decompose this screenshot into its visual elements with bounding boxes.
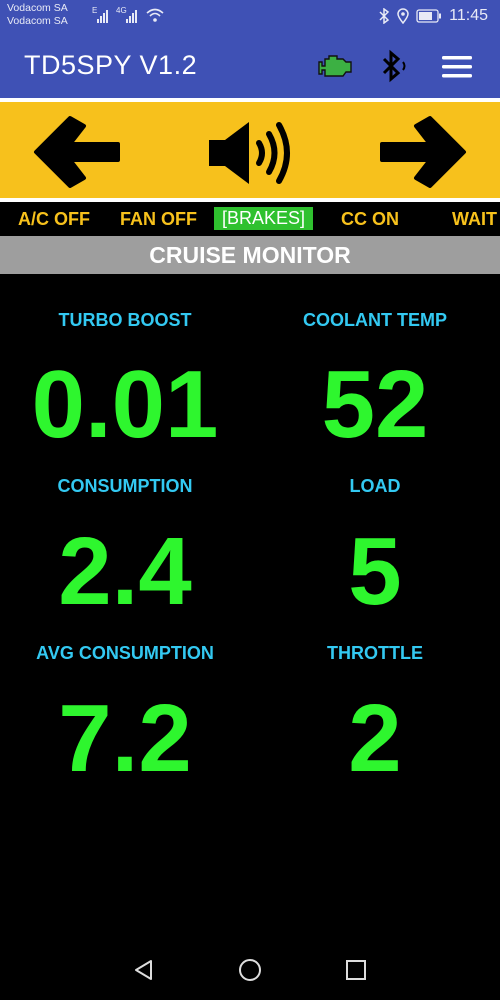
location-icon — [397, 8, 409, 24]
engine-icon[interactable] — [317, 54, 355, 80]
gauge-label: AVG CONSUMPTION — [36, 643, 214, 663]
gauge-value: 2.4 — [58, 518, 192, 625]
signal-icon — [97, 10, 108, 23]
system-nav-bar — [0, 940, 500, 1000]
menu-icon[interactable] — [440, 54, 474, 80]
gauge-label: THROTTLE — [327, 643, 423, 663]
gauge-label: TURBO BOOST — [58, 310, 192, 330]
ac-indicator[interactable]: A/C OFF — [18, 209, 90, 230]
home-icon[interactable] — [238, 958, 262, 982]
gauge-value: 7.2 — [58, 685, 192, 792]
gauge-value: 5 — [348, 518, 402, 625]
battery-icon — [416, 9, 442, 23]
gauge-label: LOAD — [349, 476, 401, 496]
app-bar: TD5SPY V1.2 — [0, 34, 500, 98]
arrow-right-icon[interactable] — [378, 112, 470, 192]
bluetooth-icon — [379, 8, 390, 24]
gauge-label: CONSUMPTION — [57, 476, 193, 496]
brakes-indicator[interactable]: [BRAKES] — [214, 207, 314, 230]
section-title: CRUISE MONITOR — [0, 236, 500, 274]
arrow-left-icon[interactable] — [30, 112, 122, 192]
status-bar: Vodacom SA Vodacom SA E 4G 11:45 — [0, 0, 500, 34]
control-strip — [0, 98, 500, 202]
carrier-info: Vodacom SA Vodacom SA — [7, 2, 68, 28]
bluetooth-icon[interactable] — [380, 49, 412, 85]
carrier-2: Vodacom SA — [7, 15, 68, 27]
speaker-icon[interactable] — [205, 116, 297, 190]
gauge-label: COOLANT TEMP — [303, 310, 447, 330]
gauge-value: 2 — [348, 685, 402, 792]
back-icon[interactable] — [132, 958, 156, 982]
recents-icon[interactable] — [345, 959, 367, 981]
wifi-icon — [146, 8, 164, 22]
cruise-indicator[interactable]: CC ON — [341, 209, 399, 230]
indicator-row: A/C OFF FAN OFF [BRAKES] CC ON WAIT — [0, 204, 500, 234]
fan-indicator[interactable]: FAN OFF — [120, 209, 197, 230]
carrier-1: Vodacom SA — [7, 2, 68, 14]
gauge-value: 52 — [321, 351, 429, 458]
wait-indicator[interactable]: WAIT — [452, 209, 497, 230]
app-title: TD5SPY V1.2 — [24, 50, 198, 80]
signal-icon-2 — [126, 10, 137, 23]
gauge-value: 0.01 — [31, 351, 219, 458]
clock: 11:45 — [449, 7, 488, 24]
